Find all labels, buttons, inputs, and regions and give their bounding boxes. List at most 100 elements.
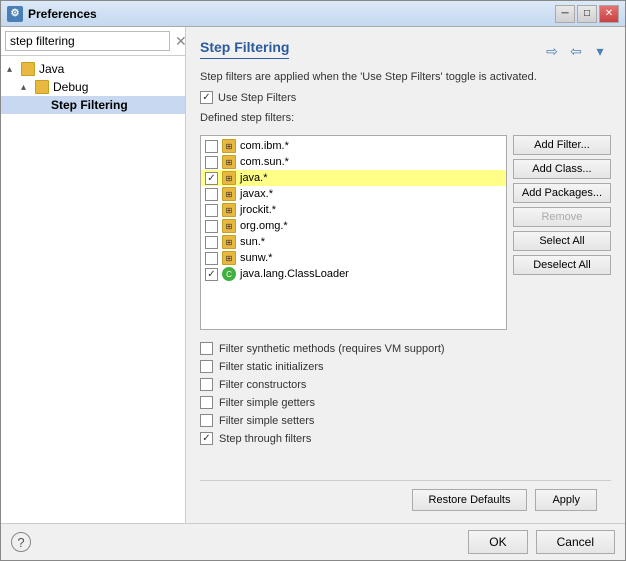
filter-checkbox-java[interactable] bbox=[205, 172, 218, 185]
filter-name-org-omg: org.omg.* bbox=[240, 220, 288, 232]
filter-list[interactable]: ⊞ com.ibm.* ⊞ com.sun.* ⊞ java.* bbox=[200, 135, 507, 330]
filter-static-row: Filter static initializers bbox=[200, 360, 611, 373]
remove-button[interactable]: Remove bbox=[513, 207, 611, 227]
maximize-button[interactable]: □ bbox=[577, 5, 597, 23]
sidebar-item-java[interactable]: ▴ Java bbox=[1, 60, 185, 78]
pkg-icon-jrockit: ⊞ bbox=[222, 203, 236, 217]
minimize-button[interactable]: ─ bbox=[555, 5, 575, 23]
sidebar-tree: ▴ Java ▴ Debug Step Filtering bbox=[1, 56, 185, 523]
pkg-icon-javax: ⊞ bbox=[222, 187, 236, 201]
java-folder-icon bbox=[21, 62, 35, 76]
filter-name-sunw: sunw.* bbox=[240, 252, 272, 264]
step-through-checkbox[interactable] bbox=[200, 432, 213, 445]
filter-item-jrockit[interactable]: ⊞ jrockit.* bbox=[201, 202, 506, 218]
filter-getters-row: Filter simple getters bbox=[200, 396, 611, 409]
pkg-icon-java: ⊞ bbox=[222, 171, 236, 185]
preferences-window: ⚙ Preferences ─ □ ✕ ✕ ▴ Java ▴ bbox=[0, 0, 626, 561]
filter-name-classloader: java.lang.ClassLoader bbox=[240, 268, 349, 280]
filter-name-javax: javax.* bbox=[240, 188, 273, 200]
cancel-button[interactable]: Cancel bbox=[536, 530, 615, 554]
titlebar: ⚙ Preferences ─ □ ✕ bbox=[1, 1, 625, 27]
main-content: ✕ ▴ Java ▴ Debug Step Filtering bbox=[1, 27, 625, 523]
description: Step filters are applied when the 'Use S… bbox=[200, 71, 611, 83]
java-label: Java bbox=[39, 62, 64, 76]
filter-getters-checkbox[interactable] bbox=[200, 396, 213, 409]
use-step-filters-checkbox[interactable] bbox=[200, 91, 213, 104]
filter-synthetic-row: Filter synthetic methods (requires VM su… bbox=[200, 342, 611, 355]
step-through-label: Step through filters bbox=[219, 433, 311, 445]
close-button[interactable]: ✕ bbox=[599, 5, 619, 23]
search-input[interactable] bbox=[5, 31, 170, 51]
add-filter-button[interactable]: Add Filter... bbox=[513, 135, 611, 155]
filter-checkbox-javax[interactable] bbox=[205, 188, 218, 201]
filter-setters-label: Filter simple setters bbox=[219, 415, 314, 427]
debug-label: Debug bbox=[53, 80, 88, 94]
use-step-filters-label: Use Step Filters bbox=[218, 92, 296, 104]
sidebar-item-debug[interactable]: ▴ Debug bbox=[1, 78, 185, 96]
filter-item-sunw[interactable]: ⊞ sunw.* bbox=[201, 250, 506, 266]
filter-synthetic-checkbox[interactable] bbox=[200, 342, 213, 355]
filter-static-label: Filter static initializers bbox=[219, 361, 324, 373]
window-title: Preferences bbox=[28, 7, 97, 21]
titlebar-left: ⚙ Preferences bbox=[7, 6, 97, 22]
use-step-filters-row: Use Step Filters bbox=[200, 91, 611, 104]
defined-label: Defined step filters: bbox=[200, 112, 611, 124]
step-through-row: Step through filters bbox=[200, 432, 611, 445]
filter-checkbox-jrockit[interactable] bbox=[205, 204, 218, 217]
pkg-icon-com-sun: ⊞ bbox=[222, 155, 236, 169]
filter-checkbox-org-omg[interactable] bbox=[205, 220, 218, 233]
filter-synthetic-label: Filter synthetic methods (requires VM su… bbox=[219, 343, 445, 355]
add-class-button[interactable]: Add Class... bbox=[513, 159, 611, 179]
filter-name-sun: sun.* bbox=[240, 236, 265, 248]
nav-forward-button[interactable]: ⇨ bbox=[541, 40, 563, 62]
filter-item-sun[interactable]: ⊞ sun.* bbox=[201, 234, 506, 250]
filter-constructors-checkbox[interactable] bbox=[200, 378, 213, 391]
help-icon[interactable]: ? bbox=[11, 532, 31, 552]
filter-item-classloader[interactable]: C java.lang.ClassLoader bbox=[201, 266, 506, 282]
filter-item-java[interactable]: ⊞ java.* bbox=[201, 170, 506, 186]
filter-setters-checkbox[interactable] bbox=[200, 414, 213, 427]
filter-setters-row: Filter simple setters bbox=[200, 414, 611, 427]
filter-checkbox-sun[interactable] bbox=[205, 236, 218, 249]
filter-item-org-omg[interactable]: ⊞ org.omg.* bbox=[201, 218, 506, 234]
search-box: ✕ bbox=[1, 27, 185, 56]
bottom-buttons: Restore Defaults Apply bbox=[200, 480, 611, 511]
window-icon: ⚙ bbox=[7, 6, 23, 22]
filter-constructors-label: Filter constructors bbox=[219, 379, 306, 391]
debug-arrow-icon: ▴ bbox=[21, 82, 31, 93]
apply-button[interactable]: Apply bbox=[535, 489, 597, 511]
nav-dropdown-button[interactable]: ▾ bbox=[589, 40, 611, 62]
add-packages-button[interactable]: Add Packages... bbox=[513, 183, 611, 203]
restore-defaults-button[interactable]: Restore Defaults bbox=[412, 489, 528, 511]
filter-item-javax[interactable]: ⊞ javax.* bbox=[201, 186, 506, 202]
filter-name-java: java.* bbox=[240, 172, 268, 184]
pkg-icon-sunw: ⊞ bbox=[222, 251, 236, 265]
filter-checkbox-com-ibm[interactable] bbox=[205, 140, 218, 153]
deselect-all-button[interactable]: Deselect All bbox=[513, 255, 611, 275]
nav-buttons: ⇨ ⇦ ▾ bbox=[541, 40, 611, 62]
dialog-footer: ? OK Cancel bbox=[1, 523, 625, 560]
filters-section: ⊞ com.ibm.* ⊞ com.sun.* ⊞ java.* bbox=[200, 135, 611, 330]
step-filtering-label: Step Filtering bbox=[51, 98, 128, 112]
select-all-button[interactable]: Select All bbox=[513, 231, 611, 251]
extra-checkboxes: Filter synthetic methods (requires VM su… bbox=[200, 342, 611, 445]
sidebar-item-step-filtering[interactable]: Step Filtering bbox=[1, 96, 185, 114]
pkg-icon-com-ibm: ⊞ bbox=[222, 139, 236, 153]
dialog-footer-buttons: OK Cancel bbox=[468, 530, 615, 554]
filter-item-com-ibm[interactable]: ⊞ com.ibm.* bbox=[201, 138, 506, 154]
nav-back-button[interactable]: ⇦ bbox=[565, 40, 587, 62]
filter-name-jrockit: jrockit.* bbox=[240, 204, 276, 216]
ok-button[interactable]: OK bbox=[468, 530, 527, 554]
filter-item-com-sun[interactable]: ⊞ com.sun.* bbox=[201, 154, 506, 170]
section-title: Step Filtering bbox=[200, 39, 289, 59]
filter-checkbox-com-sun[interactable] bbox=[205, 156, 218, 169]
filter-name-com-sun: com.sun.* bbox=[240, 156, 289, 168]
class-icon-classloader: C bbox=[222, 267, 236, 281]
filter-action-buttons: Add Filter... Add Class... Add Packages.… bbox=[513, 135, 611, 330]
filter-static-checkbox[interactable] bbox=[200, 360, 213, 373]
filter-checkbox-sunw[interactable] bbox=[205, 252, 218, 265]
pkg-icon-sun: ⊞ bbox=[222, 235, 236, 249]
java-arrow-icon: ▴ bbox=[7, 64, 17, 75]
filter-checkbox-classloader[interactable] bbox=[205, 268, 218, 281]
filter-getters-label: Filter simple getters bbox=[219, 397, 315, 409]
